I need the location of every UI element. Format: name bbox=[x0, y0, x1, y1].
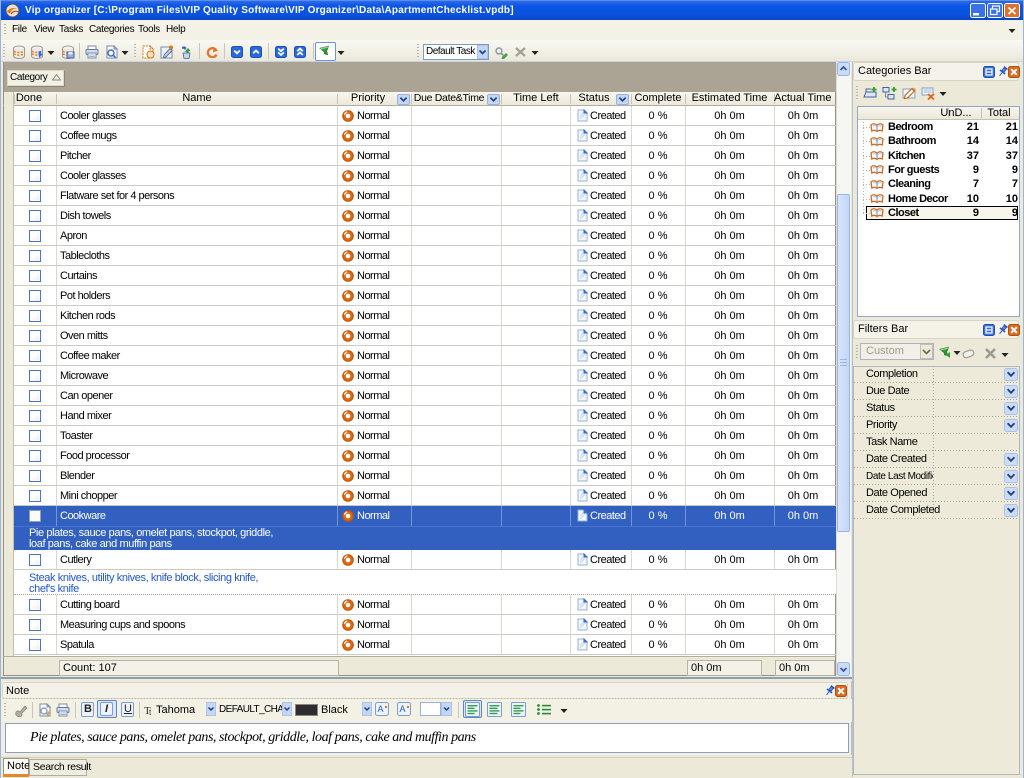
svg-text:A: A bbox=[378, 704, 384, 714]
svg-text:A: A bbox=[400, 704, 406, 714]
svg-text:t: t bbox=[149, 708, 152, 716]
